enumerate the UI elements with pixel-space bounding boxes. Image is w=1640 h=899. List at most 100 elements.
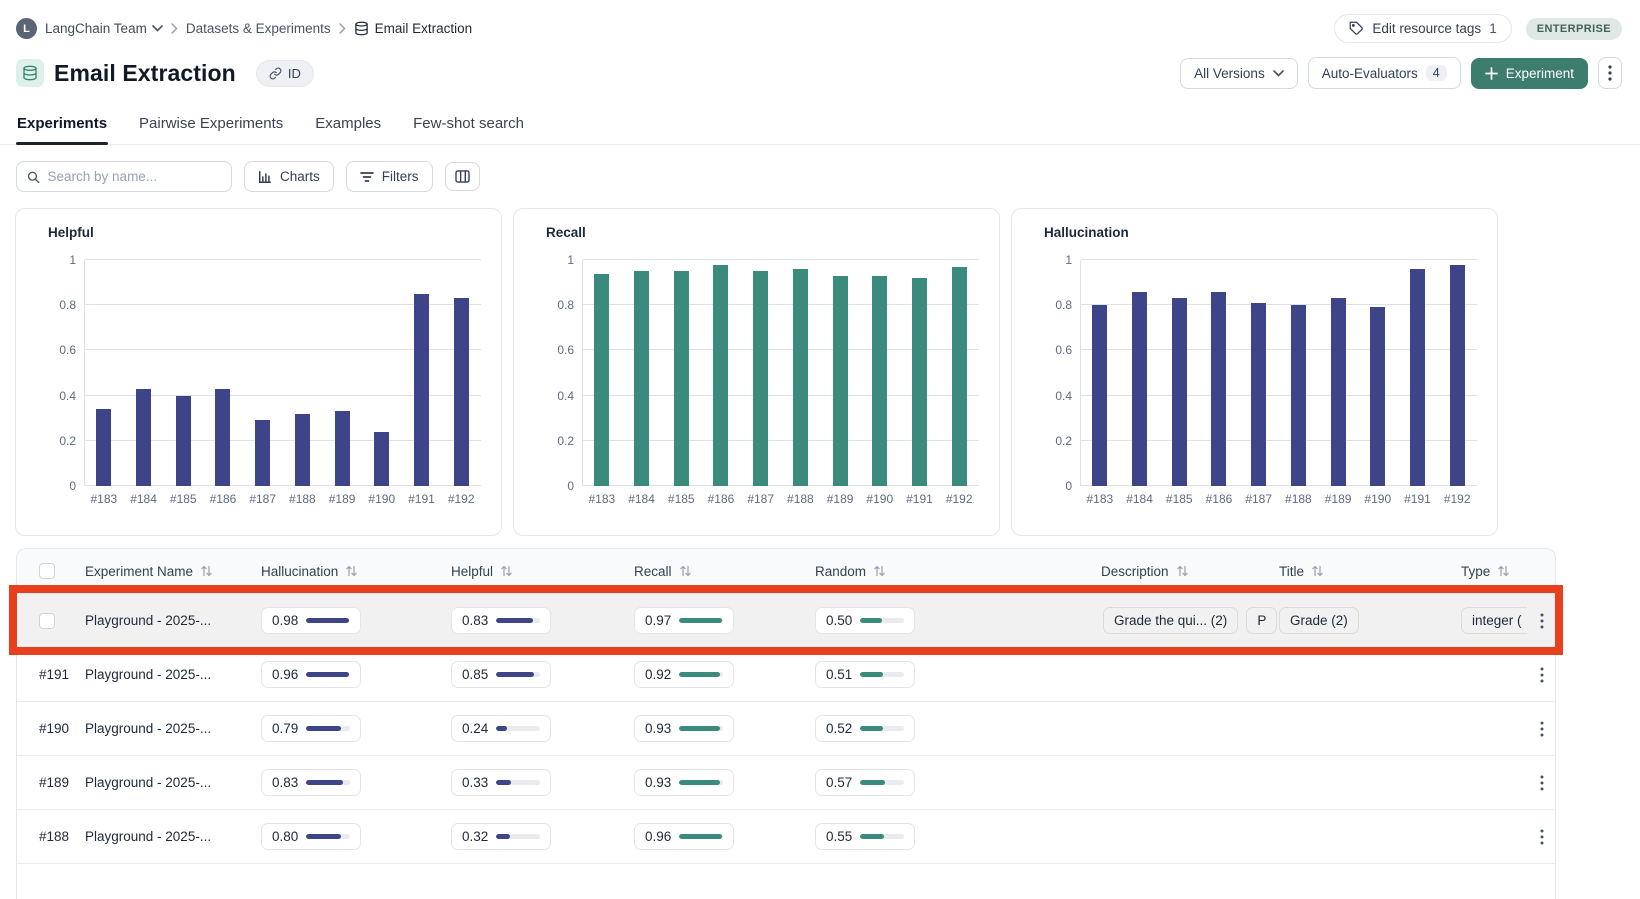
column-header-helpful[interactable]: Helpful [451,564,634,579]
bar-#186[interactable] [215,389,230,486]
versions-dropdown[interactable]: All Versions [1180,58,1298,89]
bar-#191[interactable] [414,294,429,486]
description-pill[interactable]: Grade the qui... (2) [1103,607,1238,634]
random-score-pill[interactable]: 0.55 [815,823,915,850]
recall-score-pill[interactable]: 0.96 [634,823,734,850]
hallucination-score-pill[interactable]: 0.79 [261,715,361,742]
helpful-score-pill[interactable]: 0.85 [451,661,551,688]
bar-#186[interactable] [713,265,728,486]
bar-#188[interactable] [1291,305,1306,486]
bar-#189[interactable] [833,276,848,486]
column-header-title[interactable]: Title [1279,564,1461,579]
tab-pairwise-experiments[interactable]: Pairwise Experiments [138,109,284,144]
copy-id-button[interactable]: ID [256,60,314,87]
bar-#184[interactable] [136,389,151,486]
experiment-name-link[interactable]: Playground - 2025-... [85,667,261,682]
bar-#191[interactable] [1410,269,1425,486]
bar-#188[interactable] [793,269,808,486]
experiment-name-link[interactable]: Playground - 2025-... [85,613,261,628]
bar-#185[interactable] [176,396,191,486]
column-header-recall[interactable]: Recall [634,564,815,579]
row-actions-button[interactable] [1527,775,1557,791]
hallucination-score-pill[interactable]: 0.98 [261,607,361,634]
bar-#185[interactable] [674,271,689,486]
bar-#185[interactable] [1172,298,1187,486]
experiment-name-link[interactable]: Playground - 2025-... [85,721,261,736]
bar-#183[interactable] [96,409,111,486]
column-header-hallucination[interactable]: Hallucination [261,564,451,579]
select-all-checkbox[interactable] [39,563,55,579]
type-pill[interactable]: integer ( [1461,607,1527,634]
bar-#183[interactable] [1092,305,1107,486]
title-pill[interactable]: Grade (2) [1279,607,1359,634]
table-row[interactable]: #189Playground - 2025-...0.830.330.930.5… [17,755,1555,809]
random-score-pill[interactable]: 0.52 [815,715,915,742]
description-pill[interactable]: P [1246,607,1277,634]
breadcrumb-section[interactable]: Datasets & Experiments [186,21,331,36]
experiment-name-link[interactable]: Playground - 2025-... [85,829,261,844]
bar-#192[interactable] [454,298,469,486]
random-score-pill[interactable]: 0.51 [815,661,915,688]
bar-#190[interactable] [374,432,389,486]
row-checkbox[interactable] [39,613,55,629]
bar-#189[interactable] [335,411,350,486]
column-header-random[interactable]: Random [815,564,1101,579]
row-actions-button[interactable] [1527,613,1557,629]
bar-#187[interactable] [255,420,270,486]
team-avatar[interactable]: L [16,18,37,39]
random-score-pill[interactable]: 0.50 [815,607,915,634]
charts-button[interactable]: Charts [244,161,334,192]
row-actions-button[interactable] [1527,829,1557,845]
table-row[interactable]: #191Playground - 2025-...0.960.850.920.5… [17,647,1555,701]
tab-experiments[interactable]: Experiments [16,109,108,144]
tab-few-shot-search[interactable]: Few-shot search [412,109,525,144]
helpful-score-pill[interactable]: 0.32 [451,823,551,850]
tab-examples[interactable]: Examples [314,109,382,144]
table-row[interactable]: #188Playground - 2025-...0.800.320.960.5… [17,809,1555,863]
table-row-highlighted[interactable]: Playground - 2025-...0.98 0.83 0.97 0.50 Gra… [17,593,1555,647]
bar-#192[interactable] [1450,265,1465,486]
bar-#187[interactable] [1251,303,1266,486]
random-score-pill[interactable]: 0.57 [815,769,915,796]
metric-charts: Helpful 00.20.40.60.81#183#184#185#186#1… [15,208,1640,536]
bar-#189[interactable] [1331,298,1346,486]
score-value: 0.96 [272,667,298,682]
bar-#187[interactable] [753,271,768,486]
recall-score-pill[interactable]: 0.97 [634,607,734,634]
bar-#184[interactable] [1132,292,1147,486]
table-row[interactable]: #190Playground - 2025-...0.790.240.930.5… [17,701,1555,755]
edit-resource-tags-button[interactable]: Edit resource tags 1 [1334,14,1511,43]
columns-button[interactable] [445,162,480,191]
bar-#184[interactable] [634,271,649,486]
bar-#192[interactable] [952,267,967,486]
experiment-name-link[interactable]: Playground - 2025-... [85,775,261,790]
hallucination-score-pill[interactable]: 0.96 [261,661,361,688]
bar-#191[interactable] [912,278,927,486]
row-actions-button[interactable] [1527,721,1557,737]
column-header-type[interactable]: Type [1461,564,1527,579]
more-actions-button[interactable] [1598,57,1622,89]
edit-tags-count: 1 [1489,21,1497,36]
hallucination-score-pill[interactable]: 0.83 [261,769,361,796]
hallucination-score-pill[interactable]: 0.80 [261,823,361,850]
row-actions-button[interactable] [1527,667,1557,683]
helpful-score-pill[interactable]: 0.83 [451,607,551,634]
filters-button[interactable]: Filters [346,161,433,192]
bar-#190[interactable] [872,276,887,486]
search-input[interactable] [48,169,221,184]
new-experiment-button[interactable]: Experiment [1471,58,1588,89]
helpful-score-pill[interactable]: 0.24 [451,715,551,742]
helpful-score-pill[interactable]: 0.33 [451,769,551,796]
column-header-experiment-name[interactable]: Experiment Name [85,564,261,579]
recall-score-pill[interactable]: 0.93 [634,715,734,742]
recall-score-pill[interactable]: 0.93 [634,769,734,796]
bar-#183[interactable] [594,274,609,486]
auto-evaluators-button[interactable]: Auto-Evaluators 4 [1308,57,1461,89]
breadcrumb-team[interactable]: LangChain Team [45,21,163,36]
breadcrumb-page[interactable]: Email Extraction [354,21,473,36]
bar-#190[interactable] [1370,307,1385,486]
column-header-description[interactable]: Description [1101,564,1279,579]
bar-#188[interactable] [295,414,310,486]
recall-score-pill[interactable]: 0.92 [634,661,734,688]
bar-#186[interactable] [1211,292,1226,486]
